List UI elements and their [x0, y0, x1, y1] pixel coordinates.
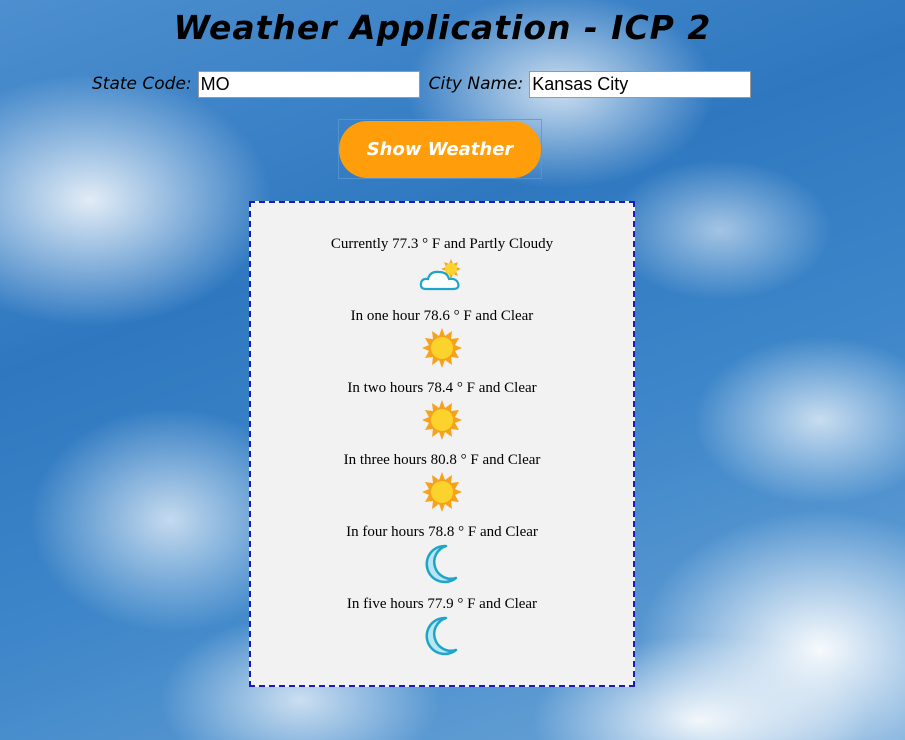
forecast-text: In three hours 80.8 ° F and Clear	[343, 452, 541, 468]
moon-icon	[425, 544, 458, 584]
forecast-text: In two hours 78.4 ° F and Clear	[347, 380, 537, 396]
forecast-text: Currently 77.3 ° F and Partly Cloudy	[330, 236, 554, 252]
forecast-entry-hour-3: In three hours 80.8 ° F and Clear	[251, 451, 633, 523]
forecast-entry-hour-2: In two hours 78.4 ° F and Clear	[251, 379, 633, 451]
forecast-entry-hour-5: In five hours 77.9 ° F and Clear	[251, 595, 633, 667]
forecast-panel: Currently 77.3 ° F and Partly Cloudy In …	[249, 201, 635, 687]
state-code-input[interactable]	[197, 70, 420, 98]
sun-icon	[422, 400, 462, 440]
city-name-label: City Name:	[428, 74, 524, 94]
state-code-label: State Code:	[92, 74, 192, 94]
city-name-input[interactable]	[529, 70, 752, 98]
page-title: Weather Application - ICP 2	[173, 8, 712, 47]
forecast-text: In one hour 78.6 ° F and Clear	[350, 308, 534, 324]
sun-icon	[422, 328, 462, 368]
forecast-entry-hour-1: In one hour 78.6 ° F and Clear	[251, 307, 633, 379]
partly-cloudy-icon	[419, 259, 461, 291]
moon-icon	[425, 616, 458, 656]
forecast-text: In four hours 78.8 ° F and Clear	[346, 524, 538, 540]
location-form: State Code: City Name:	[92, 70, 752, 98]
forecast-text: In five hours 77.9 ° F and Clear	[346, 596, 538, 612]
show-weather-button-focus-ring: Show Weather	[338, 119, 542, 179]
forecast-entry-hour-4: In four hours 78.8 ° F and Clear	[251, 523, 633, 595]
sun-icon	[422, 472, 462, 512]
forecast-entry-current: Currently 77.3 ° F and Partly Cloudy	[251, 235, 633, 307]
show-weather-button[interactable]: Show Weather	[339, 121, 541, 178]
